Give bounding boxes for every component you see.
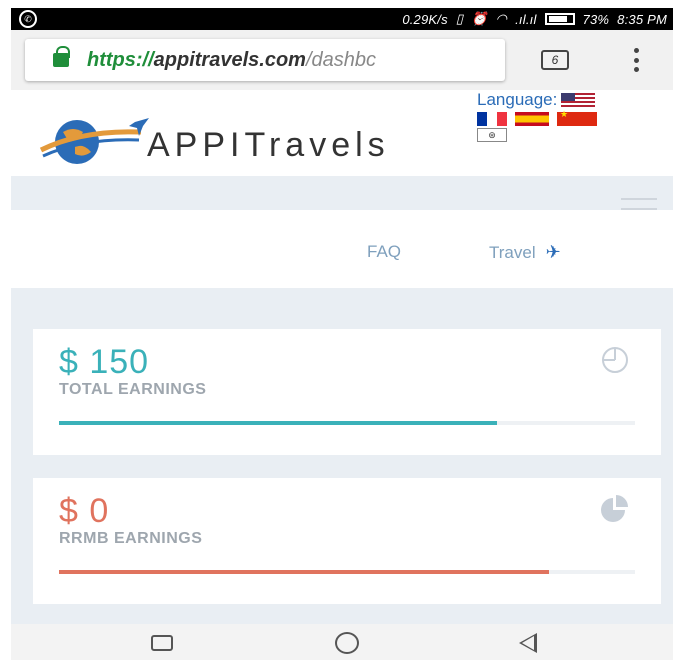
total-earnings-label: TOTAL EARNINGS [59, 381, 207, 398]
total-earnings-progress [59, 421, 635, 425]
network-speed: 0.29K/s [402, 11, 448, 27]
airplane-icon: ✈ [545, 242, 561, 262]
rrmb-earnings-progress [59, 570, 635, 574]
alarm-icon: ⏰ [471, 11, 488, 26]
status-bar: ✆ 0.29K/s ▯ ⏰ ◠ .ıl.ıl 73% 8:35 PM [11, 8, 673, 30]
back-icon[interactable] [519, 633, 537, 653]
nav-links: FAQ Travel ✈ [11, 210, 673, 288]
nav-faq-link[interactable]: FAQ [367, 242, 401, 262]
battery-percent: 73% [582, 11, 610, 27]
rrmb-earnings-amount: $ 0 [59, 492, 110, 530]
flag-es-icon[interactable] [515, 112, 549, 126]
pie-chart-outline-icon [602, 347, 628, 373]
globe-plane-icon [39, 118, 149, 164]
flag-in-icon[interactable]: ⊛ [477, 128, 507, 142]
dashboard: $ 150 TOTAL EARNINGS $ 0 RRMB EARNINGS [11, 288, 673, 624]
pie-chart-filled-icon [601, 495, 628, 522]
brand-name: APPITravels [147, 126, 390, 164]
language-label-row: Language: [477, 90, 647, 110]
address-bar[interactable]: https://appitravels.com/dashbc [25, 39, 505, 81]
signal-icon: .ıl.ıl [515, 11, 537, 27]
rrmb-earnings-label: RRMB EARNINGS [59, 530, 203, 547]
hamburger-menu-icon[interactable] [621, 198, 657, 210]
total-earnings-amount: $ 150 [59, 343, 150, 381]
battery-icon [544, 13, 575, 25]
browser-toolbar: https://appitravels.com/dashbc 6 [11, 30, 673, 90]
vibrate-icon: ▯ [455, 11, 464, 26]
total-earnings-card: $ 150 TOTAL EARNINGS [33, 329, 661, 455]
flag-cn-icon[interactable] [557, 109, 597, 126]
home-icon[interactable] [335, 632, 359, 654]
wifi-icon: ◠ [495, 11, 508, 26]
status-indicators: 0.29K/s ▯ ⏰ ◠ .ıl.ıl 73% 8:35 PM [402, 11, 673, 27]
site-header: APPITravels Language: ⊛ [11, 90, 673, 176]
url-text[interactable]: https://appitravels.com/dashbc [87, 49, 376, 72]
nav-travel-link[interactable]: Travel ✈ [489, 242, 561, 263]
rrmb-earnings-card: $ 0 RRMB EARNINGS [33, 478, 661, 604]
flag-us-icon[interactable] [561, 93, 596, 107]
brand-logo[interactable]: APPITravels [39, 116, 469, 171]
android-navigation-bar [11, 624, 673, 660]
nav-band [11, 176, 673, 210]
flag-fr-icon[interactable] [477, 112, 507, 126]
language-flags [477, 109, 647, 126]
total-earnings-progress-fill [59, 421, 497, 425]
whatsapp-icon: ✆ [19, 10, 37, 28]
language-selector: Language: ⊛ [477, 90, 647, 142]
rrmb-earnings-progress-fill [59, 570, 549, 574]
lock-icon [53, 46, 70, 67]
clock: 8:35 PM [617, 11, 667, 27]
tab-switcher-button[interactable]: 6 [541, 50, 569, 70]
more-menu-icon[interactable] [633, 48, 639, 72]
recent-apps-icon[interactable] [151, 635, 173, 651]
